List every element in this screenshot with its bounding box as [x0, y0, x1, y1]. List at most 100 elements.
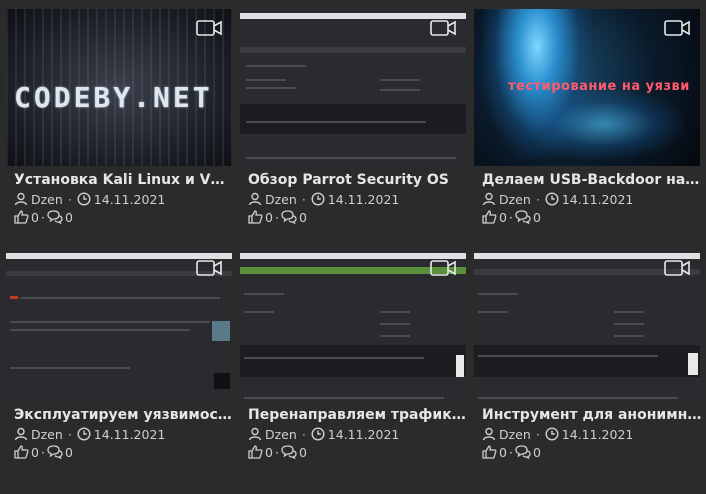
video-date: 14.11.2021 — [561, 426, 634, 442]
video-author[interactable]: Dzen — [265, 427, 297, 442]
video-title[interactable]: Перенаправляем трафик через... — [248, 406, 470, 424]
video-author[interactable]: Dzen — [265, 192, 297, 207]
comment-count: 0 — [64, 444, 73, 460]
like-count: 0 — [31, 209, 39, 225]
video-meta: Dzen · 14.11.2021 — [482, 191, 700, 207]
video-camera-icon — [664, 20, 690, 36]
thumbnail-block — [240, 104, 466, 134]
video-date: 14.11.2021 — [561, 191, 634, 207]
video-date: 14.11.2021 — [327, 191, 400, 207]
thumbnail-image — [688, 353, 698, 375]
thumbnail-line — [10, 329, 190, 331]
video-meta: Dzen · 14.11.2021 — [14, 426, 232, 442]
video-thumbnail[interactable] — [474, 249, 700, 401]
video-stats: 0 · 0 — [482, 209, 700, 225]
separator-dot: · — [301, 191, 306, 207]
video-thumbnail[interactable]: тестирование на уязви — [474, 9, 700, 166]
thumbnail-line — [244, 293, 284, 295]
video-thumbnail[interactable]: CODEBY.NET — [6, 9, 232, 166]
thumbnail-line — [10, 321, 210, 323]
thumbnail-nav — [240, 47, 466, 53]
like-count: 0 — [265, 209, 273, 225]
like-count: 0 — [31, 444, 39, 460]
separator-dot: · — [274, 444, 279, 460]
thumbnail-line — [614, 311, 644, 313]
thumbnail-caption: тестирование на уязви — [508, 79, 690, 94]
comment-count: 0 — [532, 444, 541, 460]
separator-dot: · — [508, 209, 513, 225]
thumbnail-line — [246, 121, 426, 123]
video-camera-icon — [196, 260, 222, 276]
thumbs-up-icon[interactable] — [482, 210, 497, 224]
comments-icon[interactable] — [47, 210, 63, 224]
video-card[interactable]: CODEBY.NET Установка Kali Linux и VNC на… — [6, 9, 236, 225]
user-icon — [482, 192, 496, 206]
separator-dot: · — [67, 191, 72, 207]
thumbnail-line — [244, 311, 274, 313]
thumbs-up-icon[interactable] — [248, 210, 263, 224]
video-title[interactable]: Делаем USB-Backdoor на Raspb... — [482, 171, 704, 189]
video-meta: Dzen · 14.11.2021 — [482, 426, 700, 442]
separator-dot: · — [508, 444, 513, 460]
comments-icon[interactable] — [47, 445, 63, 459]
thumbs-up-icon[interactable] — [14, 210, 29, 224]
user-icon — [14, 427, 28, 441]
comment-count: 0 — [64, 209, 73, 225]
clock-icon — [77, 427, 91, 441]
comments-icon[interactable] — [515, 445, 531, 459]
separator-dot: · — [301, 426, 306, 442]
thumbnail-line — [380, 89, 420, 91]
clock-icon — [77, 192, 91, 206]
thumbnail-line — [380, 335, 410, 337]
video-card[interactable]: тестирование на уязви Делаем USB-Backdoo… — [474, 9, 704, 225]
video-title[interactable]: Обзор Parrot Security OS — [248, 171, 470, 189]
user-icon — [248, 427, 262, 441]
video-card[interactable]: Инструмент для анонимности -... Dzen · 1… — [474, 249, 704, 460]
video-author[interactable]: Dzen — [499, 427, 531, 442]
video-stats: 0 · 0 — [248, 209, 466, 225]
video-thumbnail[interactable] — [240, 249, 466, 401]
thumbnail-line — [478, 397, 678, 399]
video-card[interactable]: Обзор Parrot Security OS Dzen · 14.11.20… — [240, 9, 466, 225]
thumbnail-image — [456, 355, 464, 377]
thumbnail-line — [380, 79, 420, 81]
thumbnail-block — [474, 345, 700, 377]
separator-dot: · — [40, 444, 45, 460]
separator-dot: · — [67, 426, 72, 442]
thumbnail-accent — [10, 296, 18, 299]
thumbnail-line — [246, 65, 306, 67]
video-date: 14.11.2021 — [327, 426, 400, 442]
thumbs-up-icon[interactable] — [482, 445, 497, 459]
video-date: 14.11.2021 — [93, 191, 166, 207]
separator-dot: · — [535, 426, 540, 442]
thumbnail-line — [244, 397, 444, 399]
video-title[interactable]: Установка Kali Linux и VNC на ... — [14, 171, 236, 189]
separator-dot: · — [274, 209, 279, 225]
video-author[interactable]: Dzen — [31, 427, 63, 442]
video-camera-icon — [430, 260, 456, 276]
video-title[interactable]: Инструмент для анонимности -... — [482, 406, 704, 424]
video-card[interactable]: Перенаправляем трафик через... Dzen · 14… — [240, 249, 470, 460]
video-title[interactable]: Эксплуатируем уязвимость ОО... — [14, 406, 236, 424]
thumbnail-block — [240, 345, 466, 377]
thumbnail-line — [478, 293, 518, 295]
video-author[interactable]: Dzen — [31, 192, 63, 207]
thumbnail-line — [614, 335, 644, 337]
video-stats: 0 · 0 — [248, 444, 466, 460]
thumbs-up-icon[interactable] — [248, 445, 263, 459]
video-stats: 0 · 0 — [14, 209, 232, 225]
comments-icon[interactable] — [281, 445, 297, 459]
thumbnail-line — [20, 297, 220, 299]
video-camera-icon — [196, 20, 222, 36]
thumbnail-line — [10, 367, 130, 369]
comments-icon[interactable] — [281, 210, 297, 224]
comments-icon[interactable] — [515, 210, 531, 224]
video-author[interactable]: Dzen — [499, 192, 531, 207]
thumbs-up-icon[interactable] — [14, 445, 29, 459]
clock-icon — [545, 427, 559, 441]
thumbnail-line — [380, 323, 410, 325]
video-card[interactable]: Эксплуатируем уязвимость ОО... Dzen · 14… — [6, 249, 236, 460]
video-thumbnail[interactable] — [6, 249, 232, 401]
clock-icon — [311, 192, 325, 206]
video-thumbnail[interactable] — [240, 9, 466, 166]
